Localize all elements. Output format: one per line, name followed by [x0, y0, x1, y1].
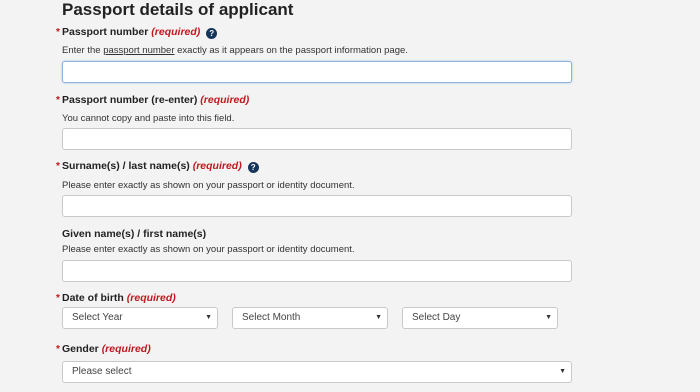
gender-label: Gender (required) [62, 343, 151, 355]
question-circle-icon[interactable]: ? [247, 162, 259, 173]
passport-number-label: Passport number (required) ? [62, 25, 218, 39]
section-title: Passport details of applicant [62, 0, 294, 19]
dob-label: Date of birth (required) [62, 292, 176, 304]
passport-number-input[interactable] [62, 61, 572, 83]
passport-reenter-label: Passport number (re-enter) (required) [62, 94, 250, 106]
passport-number-link[interactable]: passport number [103, 45, 174, 56]
caret-down-icon: ▼ [545, 314, 552, 321]
caret-down-icon: ▼ [375, 314, 382, 321]
required-asterisk: * [56, 27, 60, 38]
surname-input[interactable] [62, 195, 572, 217]
required-tag: (required) [200, 94, 250, 106]
given-name-label: Given name(s) / first name(s) [62, 228, 207, 240]
dob-day-select[interactable]: Select Day ▼ [402, 307, 558, 329]
required-tag: (required) [192, 160, 242, 172]
passport-number-help: Enter the passport number exactly as it … [62, 45, 408, 56]
required-tag: (required) [101, 343, 151, 355]
surname-label: Surname(s) / last name(s) (required) ? [62, 159, 259, 173]
surname-help: Please enter exactly as shown on your pa… [62, 180, 355, 191]
required-asterisk: * [56, 161, 60, 172]
gender-select[interactable]: Please select ▼ [62, 361, 572, 383]
dob-month-select[interactable]: Select Month ▼ [232, 307, 388, 329]
given-name-help: Please enter exactly as shown on your pa… [62, 244, 355, 255]
caret-down-icon: ▼ [205, 314, 212, 321]
required-tag: (required) [151, 26, 201, 38]
given-name-input[interactable] [62, 260, 572, 282]
required-asterisk: * [56, 95, 60, 106]
required-asterisk: * [56, 293, 60, 304]
question-circle-icon[interactable]: ? [206, 28, 218, 39]
passport-reenter-help: You cannot copy and paste into this fiel… [62, 113, 235, 124]
passport-reenter-input[interactable] [62, 128, 572, 150]
required-tag: (required) [126, 292, 176, 304]
caret-down-icon: ▼ [559, 368, 566, 375]
required-asterisk: * [56, 344, 60, 355]
dob-year-select[interactable]: Select Year ▼ [62, 307, 218, 329]
